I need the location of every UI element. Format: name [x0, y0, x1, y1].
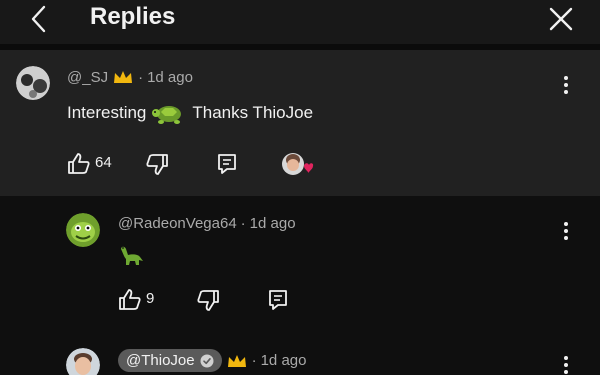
- comment-text-end: Thanks ThioJoe: [192, 103, 314, 122]
- meta-separator: ·: [138, 68, 144, 86]
- dislike-icon[interactable]: [195, 287, 221, 313]
- dislike-icon[interactable]: [144, 151, 170, 177]
- page-title: Replies: [90, 3, 176, 30]
- reply-icon[interactable]: [214, 151, 240, 177]
- back-arrow-icon[interactable]: [22, 2, 56, 36]
- verified-check-icon: [200, 354, 214, 367]
- more-options-icon[interactable]: [560, 354, 572, 375]
- crown-icon: [114, 71, 133, 83]
- comment-meta: @_SJ · 1d ago: [67, 68, 193, 86]
- sauropod-emoji-icon: [121, 246, 143, 265]
- turtle-emoji-icon: [152, 106, 182, 124]
- author-avatar[interactable]: [66, 348, 100, 375]
- meta-separator: ·: [240, 215, 246, 232]
- like-icon[interactable]: [117, 287, 143, 313]
- creator-heart-icon: [282, 153, 314, 175]
- comment-text-start: Interesting: [67, 103, 147, 122]
- comment-time: 1d ago: [147, 68, 193, 86]
- comment-meta: @ThioJoe · 1d ago: [118, 349, 306, 372]
- comment-text: Interesting Thanks ThioJoe: [67, 101, 313, 125]
- comment-time: 1d ago: [249, 215, 296, 232]
- reply-icon[interactable]: [265, 287, 291, 313]
- replies-header: Replies: [0, 0, 600, 44]
- author-avatar[interactable]: [16, 66, 50, 100]
- crown-icon: [227, 354, 246, 367]
- more-options-icon[interactable]: [560, 74, 572, 96]
- meta-separator: ·: [251, 352, 257, 369]
- like-icon[interactable]: [66, 151, 92, 177]
- more-options-icon[interactable]: [560, 220, 572, 242]
- like-count: 9: [146, 290, 155, 307]
- creator-chip[interactable]: @ThioJoe: [118, 349, 222, 372]
- comment-author[interactable]: @RadeonVega64: [118, 215, 237, 232]
- comment-author: @ThioJoe: [126, 352, 195, 369]
- close-icon[interactable]: [543, 3, 577, 37]
- comment-time: 1d ago: [260, 352, 307, 369]
- like-count: 64: [95, 154, 112, 171]
- comment-meta: @RadeonVega64 · 1d ago: [118, 215, 296, 232]
- comment-author[interactable]: @_SJ: [67, 69, 108, 86]
- author-avatar[interactable]: [66, 213, 100, 247]
